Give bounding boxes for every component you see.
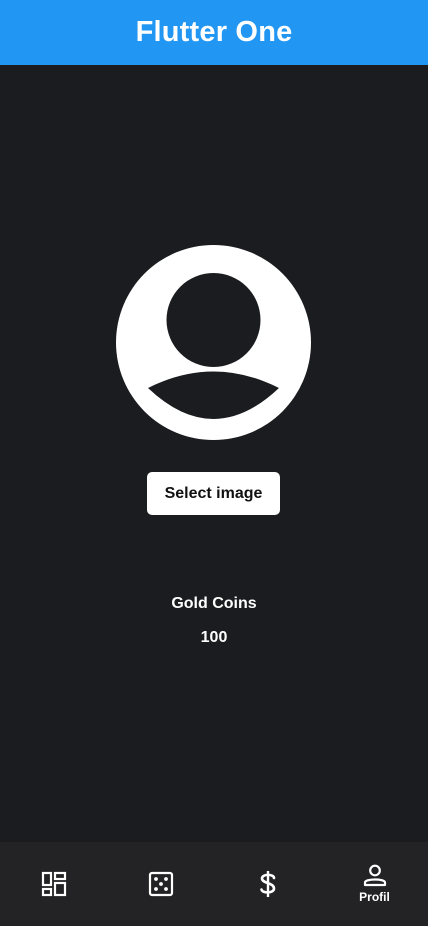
- gold-coins-label: Gold Coins: [171, 595, 257, 612]
- nav-item-dashboard[interactable]: [0, 842, 107, 926]
- avatar-placeholder-icon: [116, 245, 311, 440]
- nav-item-dollar[interactable]: [214, 842, 321, 926]
- app-bar: Flutter One: [0, 0, 428, 65]
- app-root: Flutter One Select image Gold Coins 100: [0, 0, 428, 926]
- nav-item-profil[interactable]: Profil: [321, 842, 428, 926]
- select-image-button[interactable]: Select image: [147, 472, 280, 515]
- dollar-icon: [259, 871, 275, 897]
- profile-page: Select image Gold Coins 100: [0, 65, 428, 842]
- nav-label-profil: Profil: [359, 890, 390, 904]
- app-title: Flutter One: [135, 16, 293, 48]
- dashboard-icon: [41, 871, 66, 897]
- gold-coins-value: 100: [200, 629, 228, 646]
- person-icon: [363, 864, 386, 887]
- nav-item-dice[interactable]: [107, 842, 214, 926]
- bottom-navigation-bar: Profil: [0, 842, 428, 926]
- dice-icon: [148, 871, 173, 897]
